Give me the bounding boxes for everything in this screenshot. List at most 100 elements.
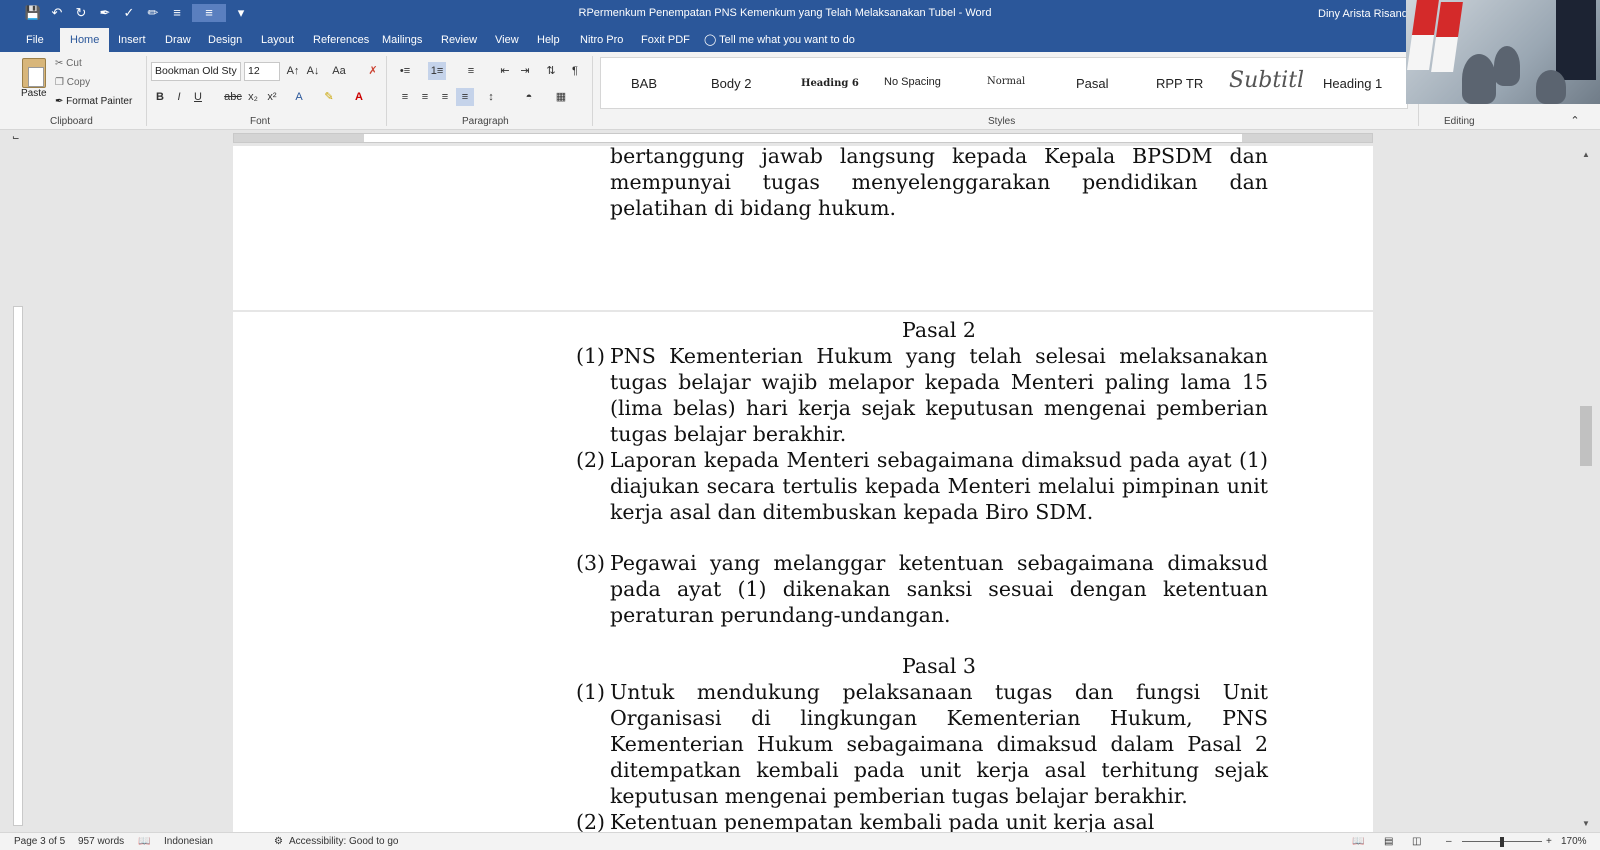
item-text[interactable]: PNS Kementerian Hukum yang telah selesai… xyxy=(610,343,1268,447)
brush-icon: ✒ xyxy=(55,96,64,107)
style-heading-6[interactable]: Heading 6 xyxy=(801,78,859,89)
scroll-down-icon[interactable]: ▼ xyxy=(1582,819,1590,828)
numbering-icon[interactable]: 1≡ xyxy=(428,62,446,80)
scroll-up-icon[interactable]: ▲ xyxy=(1582,150,1590,159)
ministry-flag-image xyxy=(1556,0,1596,80)
tab-draw[interactable]: Draw xyxy=(165,28,191,52)
accessibility-icon[interactable]: ⚙ xyxy=(274,836,283,847)
word-count[interactable]: 957 words xyxy=(78,836,124,847)
justify-icon[interactable]: ≡ xyxy=(456,88,474,106)
page[interactable]: Pasal 2 (1) PNS Kementerian Hukum yang t… xyxy=(233,312,1373,832)
tab-view[interactable]: View xyxy=(495,28,519,52)
paragraph-group-label: Paragraph xyxy=(462,116,509,127)
tab-references[interactable]: References xyxy=(313,28,369,52)
align-right-icon[interactable]: ≡ xyxy=(436,88,454,106)
italic-icon[interactable]: I xyxy=(170,88,188,106)
zoom-level[interactable]: 170% xyxy=(1561,836,1587,847)
tab-selector-icon[interactable]: ⌙ xyxy=(12,132,20,143)
increase-indent-icon[interactable]: ⇥ xyxy=(516,62,534,80)
vertical-ruler[interactable] xyxy=(10,146,26,832)
tab-design[interactable]: Design xyxy=(208,28,242,52)
page-count[interactable]: Page 3 of 5 xyxy=(14,836,65,847)
decrease-indent-icon[interactable]: ⇤ xyxy=(496,62,514,80)
strikethrough-icon[interactable]: abc xyxy=(224,88,242,106)
font-name-combo[interactable]: Bookman Old Sty xyxy=(151,62,241,81)
zoom-in-icon[interactable]: + xyxy=(1546,836,1552,847)
zoom-slider-thumb[interactable] xyxy=(1500,837,1504,847)
font-size-combo[interactable]: 12 xyxy=(244,62,280,81)
zoom-out-icon[interactable]: – xyxy=(1446,836,1452,847)
tab-mailings[interactable]: Mailings xyxy=(382,28,422,52)
tab-nitro-pro[interactable]: Nitro Pro xyxy=(580,28,623,52)
read-mode-icon[interactable]: 📖 xyxy=(1352,836,1364,847)
page[interactable]: bertanggung jawab langsung kepada Kepala… xyxy=(233,146,1373,310)
user-name[interactable]: Diny Arista Risandy xyxy=(1318,8,1413,20)
pilcrow-icon[interactable]: ¶ xyxy=(566,62,584,80)
tab-help[interactable]: Help xyxy=(537,28,560,52)
shrink-font-icon[interactable]: A↓ xyxy=(304,62,322,80)
participant-image xyxy=(1494,46,1520,86)
paste-icon[interactable] xyxy=(22,58,46,88)
paragraph-intro[interactable]: bertanggung jawab langsung kepada Kepala… xyxy=(610,146,1268,221)
font-group-label: Font xyxy=(250,116,271,127)
tab-review[interactable]: Review xyxy=(441,28,477,52)
bold-icon[interactable]: B xyxy=(151,88,169,106)
cut-button[interactable]: ✂ Cut xyxy=(55,58,82,69)
style-normal[interactable]: Normal xyxy=(987,76,1025,87)
clear-format-icon[interactable]: ✗ xyxy=(364,62,382,80)
item-text[interactable]: Untuk mendukung pelaksanaan tugas dan fu… xyxy=(610,679,1268,809)
shading-icon[interactable]: ◓ xyxy=(520,88,538,106)
participant-image xyxy=(1462,54,1496,104)
item-text[interactable]: Laporan kepada Menteri sebagaimana dimak… xyxy=(610,447,1268,525)
multilevel-list-icon[interactable]: ≡ xyxy=(462,62,480,80)
line-spacing-icon[interactable]: ↕ xyxy=(482,88,500,106)
align-center-icon[interactable]: ≡ xyxy=(416,88,434,106)
item-text[interactable]: Ketentuan penempatan kembali pada unit k… xyxy=(610,809,1268,832)
print-layout-icon[interactable]: ▤ xyxy=(1384,836,1393,847)
collapse-ribbon-icon[interactable]: ⌃ xyxy=(1566,112,1584,130)
document-canvas[interactable]: bertanggung jawab langsung kepada Kepala… xyxy=(26,146,1576,832)
language-indicator[interactable]: Indonesian xyxy=(164,836,213,847)
paste-button[interactable]: Paste xyxy=(21,88,47,99)
item-text[interactable]: Pegawai yang melanggar ketentuan sebagai… xyxy=(610,550,1268,628)
tab-insert[interactable]: Insert xyxy=(118,28,146,52)
align-left-icon[interactable]: ≡ xyxy=(396,88,414,106)
vertical-ruler-bar[interactable] xyxy=(13,306,23,826)
item-number: (1) xyxy=(576,680,606,704)
separator xyxy=(592,56,593,126)
style-pasal[interactable]: Pasal xyxy=(1076,76,1109,91)
styles-group-label: Styles xyxy=(988,116,1016,127)
underline-icon[interactable]: U xyxy=(189,88,207,106)
tab-file[interactable]: File xyxy=(26,28,44,52)
web-layout-icon[interactable]: ◫ xyxy=(1412,836,1421,847)
grow-font-icon[interactable]: A↑ xyxy=(284,62,302,80)
superscript-icon[interactable]: x² xyxy=(263,88,281,106)
horizontal-ruler[interactable]: ⌙ xyxy=(0,130,1600,146)
format-painter-button[interactable]: ✒ Format Painter xyxy=(55,96,132,107)
ruler-bar[interactable] xyxy=(233,133,1373,143)
borders-icon[interactable]: ▦ xyxy=(552,88,570,106)
text-effects-icon[interactable]: A xyxy=(290,88,308,106)
copy-label: Copy xyxy=(66,77,91,88)
proofing-icon[interactable]: 📖 xyxy=(138,836,150,847)
change-case-icon[interactable]: Aa xyxy=(330,62,348,80)
tab-layout[interactable]: Layout xyxy=(261,28,294,52)
style-body-2[interactable]: Body 2 xyxy=(711,76,751,91)
tell-me-search[interactable]: ◯ Tell me what you want to do xyxy=(704,28,855,52)
tab-foxit-pdf[interactable]: Foxit PDF xyxy=(641,28,690,52)
accessibility-status[interactable]: Accessibility: Good to go xyxy=(289,836,399,847)
style-no-spacing[interactable]: No Spacing xyxy=(884,76,941,88)
style-subtitle[interactable]: Subtitl xyxy=(1229,68,1304,93)
subscript-icon[interactable]: x₂ xyxy=(244,88,262,106)
vertical-scrollbar[interactable]: ▲ ▼ xyxy=(1576,146,1600,832)
font-color-icon[interactable]: A xyxy=(350,88,368,106)
style-bab[interactable]: BAB xyxy=(631,76,657,91)
scroll-thumb[interactable] xyxy=(1580,406,1592,466)
style-heading-1[interactable]: Heading 1 xyxy=(1323,76,1382,91)
highlight-color-icon[interactable]: ✎ xyxy=(320,88,338,106)
tab-home[interactable]: Home xyxy=(60,28,110,52)
sort-icon[interactable]: ⇅ xyxy=(542,62,560,80)
copy-button[interactable]: ❐ Copy xyxy=(55,77,90,88)
style-rpp-tr[interactable]: RPP TR xyxy=(1156,76,1203,91)
bullets-icon[interactable]: •≡ xyxy=(396,62,414,80)
